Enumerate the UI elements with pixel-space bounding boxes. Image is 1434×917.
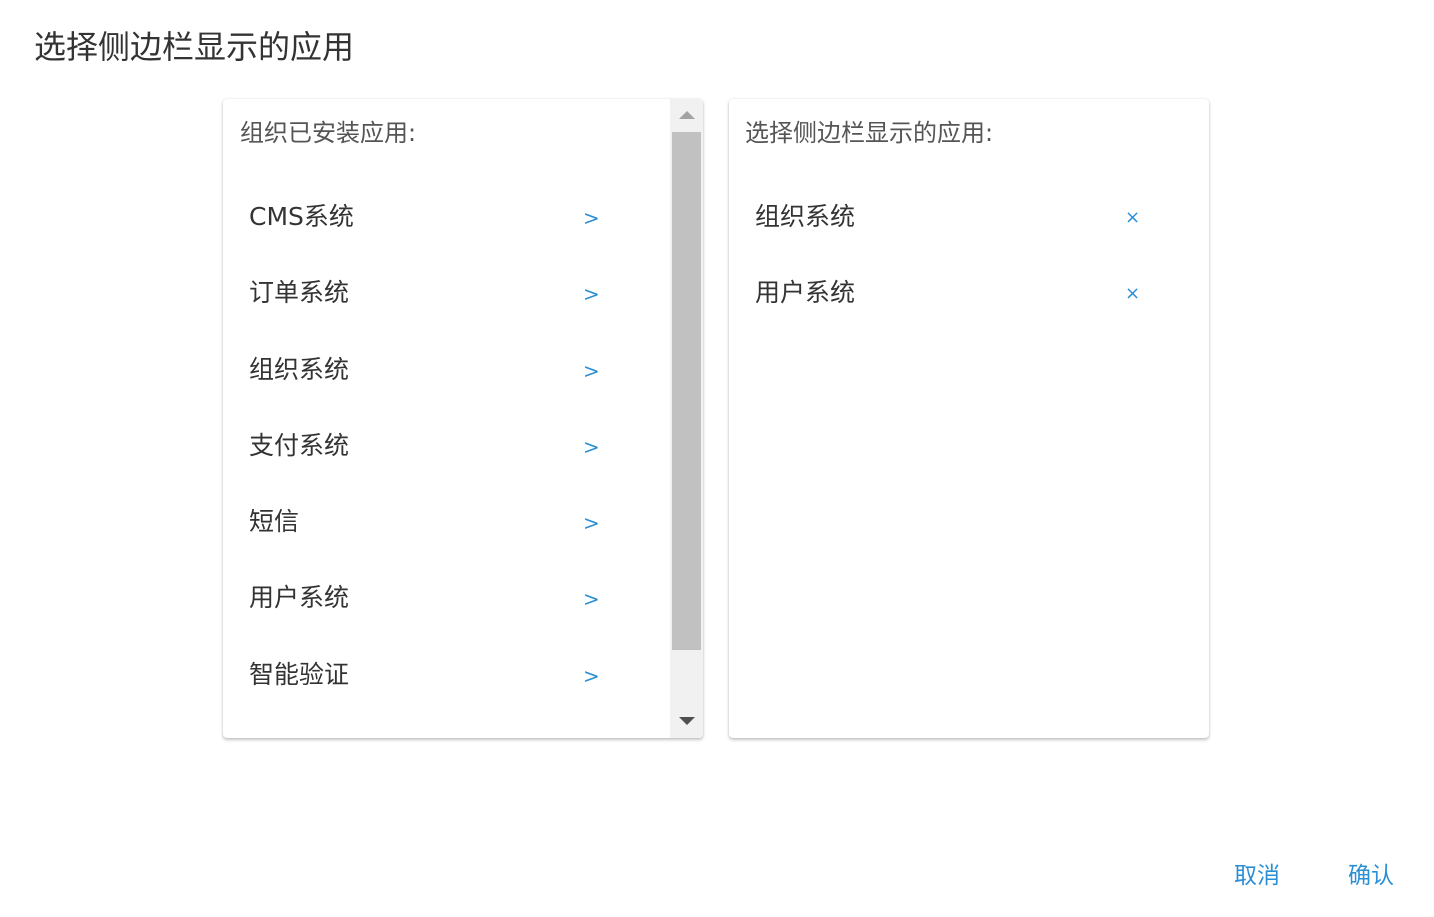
selected-apps-panel: 选择侧边栏显示的应用: 组织系统 × 用户系统 ×: [729, 99, 1209, 738]
app-label: CMS系统: [249, 202, 354, 231]
installed-apps-scrollbar[interactable]: [670, 99, 703, 738]
installed-app-item[interactable]: 用户系统 >: [223, 562, 669, 638]
add-app-icon[interactable]: >: [583, 356, 600, 386]
selected-apps-header: 选择侧边栏显示的应用:: [745, 119, 994, 147]
scrollbar-thumb[interactable]: [672, 132, 701, 650]
app-label: 智能验证: [249, 659, 350, 689]
cancel-button[interactable]: 取消: [1234, 858, 1280, 894]
installed-app-item[interactable]: 组织系统 >: [223, 334, 669, 410]
add-app-icon[interactable]: >: [583, 661, 600, 691]
app-label: 短信: [249, 507, 300, 537]
sidebar-apps-dialog: 选择侧边栏显示的应用 组织已安装应用: CMS系统 > 订单系统 > 组织系统 …: [0, 0, 1434, 917]
selected-app-item[interactable]: 用户系统 ×: [729, 257, 1209, 333]
add-app-icon[interactable]: >: [583, 432, 600, 462]
installed-app-item[interactable]: 智能验证 >: [223, 639, 669, 715]
installed-apps-header: 组织已安装应用:: [240, 119, 417, 147]
selected-apps-list: 组织系统 × 用户系统 ×: [729, 181, 1209, 334]
installed-app-item[interactable]: 短信 >: [223, 486, 669, 562]
dialog-title: 选择侧边栏显示的应用: [34, 28, 355, 66]
remove-app-icon[interactable]: ×: [1125, 279, 1140, 309]
add-app-icon[interactable]: >: [583, 584, 600, 614]
app-label: 订单系统: [249, 278, 350, 308]
remove-app-icon[interactable]: ×: [1125, 203, 1140, 233]
installed-app-item[interactable]: CMS系统 >: [223, 181, 669, 257]
confirm-button[interactable]: 确认: [1348, 858, 1394, 894]
installed-app-item[interactable]: 订单系统 >: [223, 257, 669, 333]
app-label: 用户系统: [755, 278, 856, 308]
add-app-icon[interactable]: >: [583, 279, 600, 309]
installed-apps-list: CMS系统 > 订单系统 > 组织系统 > 支付系统 > 短信 > 用户系统 >: [223, 181, 669, 715]
scroll-down-arrow-icon[interactable]: [670, 706, 703, 738]
selected-app-item[interactable]: 组织系统 ×: [729, 181, 1209, 257]
scroll-up-arrow-icon[interactable]: [670, 99, 703, 131]
app-label: 用户系统: [249, 583, 350, 613]
app-label: 支付系统: [249, 430, 350, 460]
add-app-icon[interactable]: >: [583, 508, 600, 538]
app-label: 组织系统: [755, 202, 856, 231]
add-app-icon[interactable]: >: [583, 203, 600, 233]
installed-apps-panel: 组织已安装应用: CMS系统 > 订单系统 > 组织系统 > 支付系统 > 短信…: [223, 99, 703, 738]
app-label: 组织系统: [249, 354, 350, 384]
installed-app-item[interactable]: 支付系统 >: [223, 410, 669, 486]
